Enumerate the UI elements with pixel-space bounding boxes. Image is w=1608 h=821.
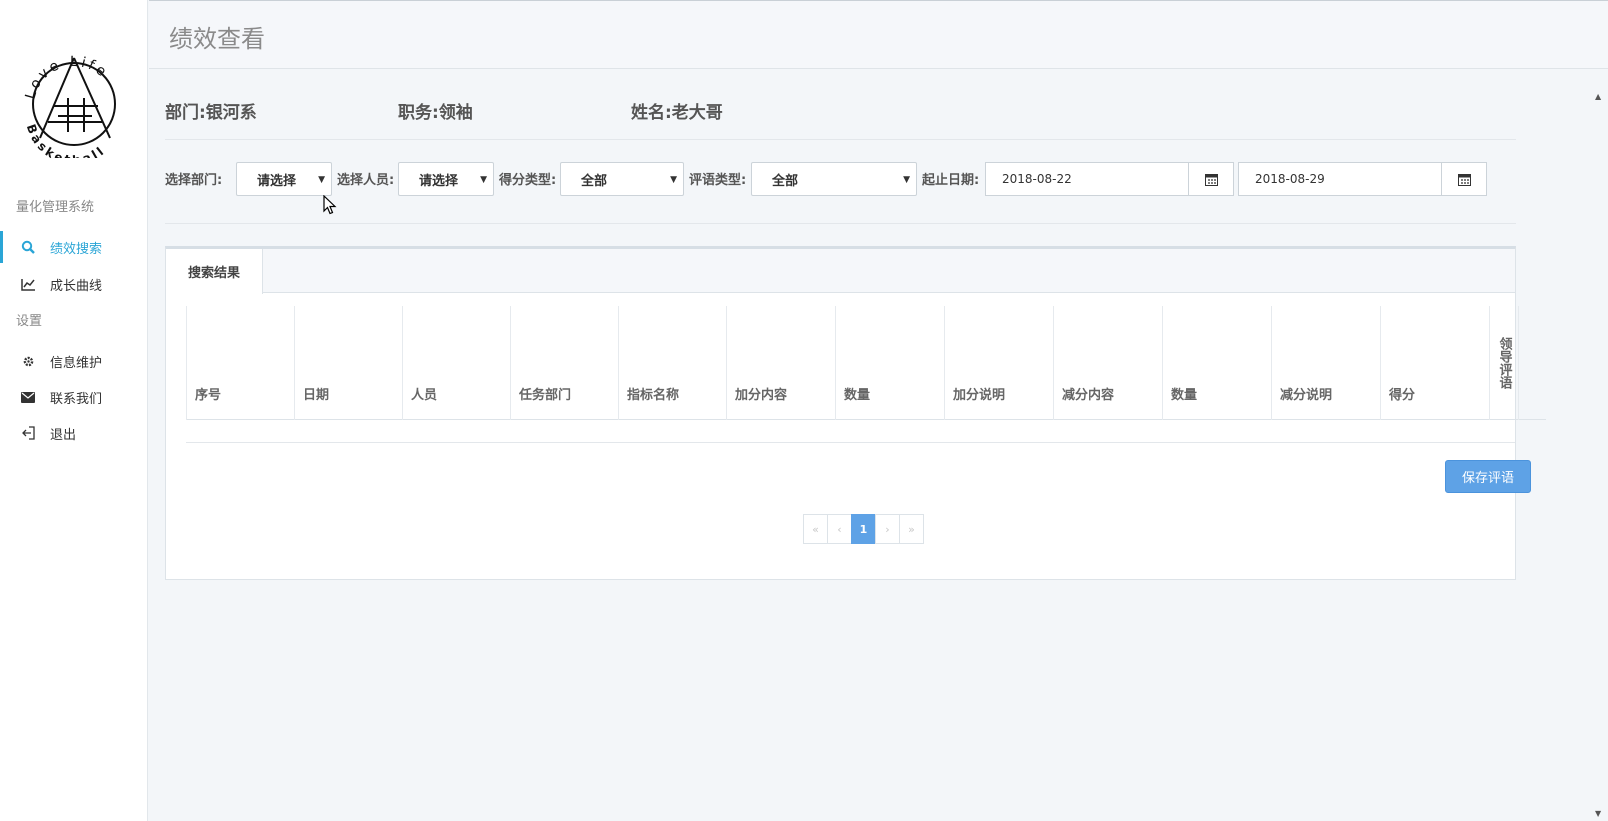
svg-text:Basketball: Basketball <box>24 122 109 158</box>
logo-bottom-text: Basketball <box>24 122 106 158</box>
envelope-icon <box>20 389 36 405</box>
results-table: 序号 日期 人员 任务部门 指标名称 加分内容 数量 加分说明 减分内容 数量 … <box>186 306 1546 420</box>
dept-select[interactable]: 请选择 ▼ <box>236 162 332 196</box>
score-type-value: 全部 <box>581 173 608 189</box>
caret-down-icon: ▼ <box>903 175 910 185</box>
tab-strip: 搜索结果 <box>166 249 1515 294</box>
sidebar-item-label: 联系我们 <box>50 391 103 407</box>
save-comment-button[interactable]: 保存评语 <box>1445 460 1531 493</box>
end-date-input[interactable]: 2018-08-29 <box>1238 162 1442 196</box>
table-header-cell: 人员 <box>402 306 510 420</box>
svg-text:Love Life: Love Life <box>23 54 112 101</box>
pagination-prev[interactable]: ‹ <box>827 514 852 544</box>
gear-icon <box>20 353 36 369</box>
section-label-settings: 设置 <box>16 314 43 329</box>
divider <box>165 223 1516 224</box>
table-header-cell: 数量 <box>1162 306 1271 420</box>
scroll-down-icon[interactable]: ▼ <box>1595 809 1601 818</box>
table-header-cell: 加分说明 <box>944 306 1053 420</box>
person-filter-label: 选择人员: <box>337 173 395 188</box>
table-header-cell: 领导评语 <box>1489 306 1519 420</box>
logo: Love Life Basketball <box>23 54 116 158</box>
calendar-icon <box>1457 173 1471 186</box>
caret-down-icon: ▼ <box>670 175 677 185</box>
pagination-next[interactable]: › <box>875 514 900 544</box>
dept-filter-label: 选择部门: <box>165 173 223 188</box>
table-header-cell: 减分说明 <box>1271 306 1380 420</box>
scroll-up-icon[interactable]: ▲ <box>1595 92 1601 101</box>
caret-down-icon: ▼ <box>318 175 325 185</box>
pagination-last[interactable]: » <box>899 514 924 544</box>
sign-out-icon <box>20 425 36 441</box>
sidebar-item-label: 成长曲线 <box>50 278 103 294</box>
sidebar: Love Life Basketball 量化管理系统 绩效搜索 成长曲线 设置… <box>0 0 148 821</box>
table-header-cell: 指标名称 <box>618 306 726 420</box>
comment-type-value: 全部 <box>772 173 799 189</box>
pagination: « ‹ 1 › » <box>803 514 924 544</box>
sidebar-item-performance-search[interactable]: 绩效搜索 <box>0 231 147 263</box>
topbar: 绩效查看 <box>149 0 1608 69</box>
person-select-value: 请选择 <box>419 173 459 189</box>
page-title: 绩效查看 <box>169 25 265 53</box>
sidebar-item-label: 退出 <box>50 427 77 443</box>
score-type-select[interactable]: 全部 ▼ <box>560 162 684 196</box>
sidebar-item-label: 绩效搜索 <box>50 241 103 257</box>
sidebar-item-logout[interactable]: 退出 <box>0 417 147 449</box>
tab-search-results[interactable]: 搜索结果 <box>166 249 263 294</box>
table-header-cell: 加分内容 <box>726 306 835 420</box>
table-header-cell: 减分内容 <box>1053 306 1162 420</box>
comment-type-select[interactable]: 全部 ▼ <box>751 162 917 196</box>
divider <box>186 442 1515 443</box>
mouse-cursor-icon <box>323 195 337 215</box>
calendar-icon <box>1204 173 1218 186</box>
results-panel: 搜索结果 序号 日期 人员 任务部门 指标名称 加分内容 数量 加分说明 减分内… <box>165 246 1546 580</box>
table-header-cell: 任务部门 <box>510 306 618 420</box>
sidebar-item-label: 信息维护 <box>50 355 103 371</box>
name-info: 姓名:老大哥 <box>631 103 723 123</box>
person-select[interactable]: 请选择 ▼ <box>398 162 494 196</box>
end-date-calendar-button[interactable] <box>1441 162 1487 196</box>
start-date-input[interactable]: 2018-08-22 <box>985 162 1189 196</box>
table-header-cell: 数量 <box>835 306 944 420</box>
start-date-calendar-button[interactable] <box>1188 162 1234 196</box>
search-icon <box>20 239 36 255</box>
line-chart-icon <box>20 276 36 292</box>
dept-select-value: 请选择 <box>257 173 297 189</box>
sidebar-item-contact-us[interactable]: 联系我们 <box>0 381 147 413</box>
sidebar-item-info-maintenance[interactable]: 信息维护 <box>0 345 147 377</box>
date-range-label: 起止日期: <box>922 173 980 188</box>
position-info: 职务:领袖 <box>398 103 473 123</box>
pagination-first[interactable]: « <box>803 514 828 544</box>
comment-type-label: 评语类型: <box>689 173 747 188</box>
vertical-scrollbar[interactable]: ▲ ▼ <box>1590 89 1608 821</box>
department-info: 部门:银河系 <box>165 103 257 123</box>
logo-top-text: Love Life <box>23 54 109 101</box>
table-header-cell: 序号 <box>186 306 294 420</box>
main-content: 绩效查看 部门:银河系 职务:领袖 姓名:老大哥 选择部门: 请选择 ▼ 选择人… <box>149 0 1608 821</box>
sidebar-item-growth-curve[interactable]: 成长曲线 <box>0 268 147 300</box>
caret-down-icon: ▼ <box>480 175 487 185</box>
divider <box>165 139 1516 140</box>
table-header-cell: 日期 <box>294 306 402 420</box>
table-header-cell: 得分 <box>1380 306 1489 420</box>
section-label-quant: 量化管理系统 <box>16 200 95 215</box>
pagination-page-1[interactable]: 1 <box>851 514 876 544</box>
score-type-label: 得分类型: <box>499 173 557 188</box>
